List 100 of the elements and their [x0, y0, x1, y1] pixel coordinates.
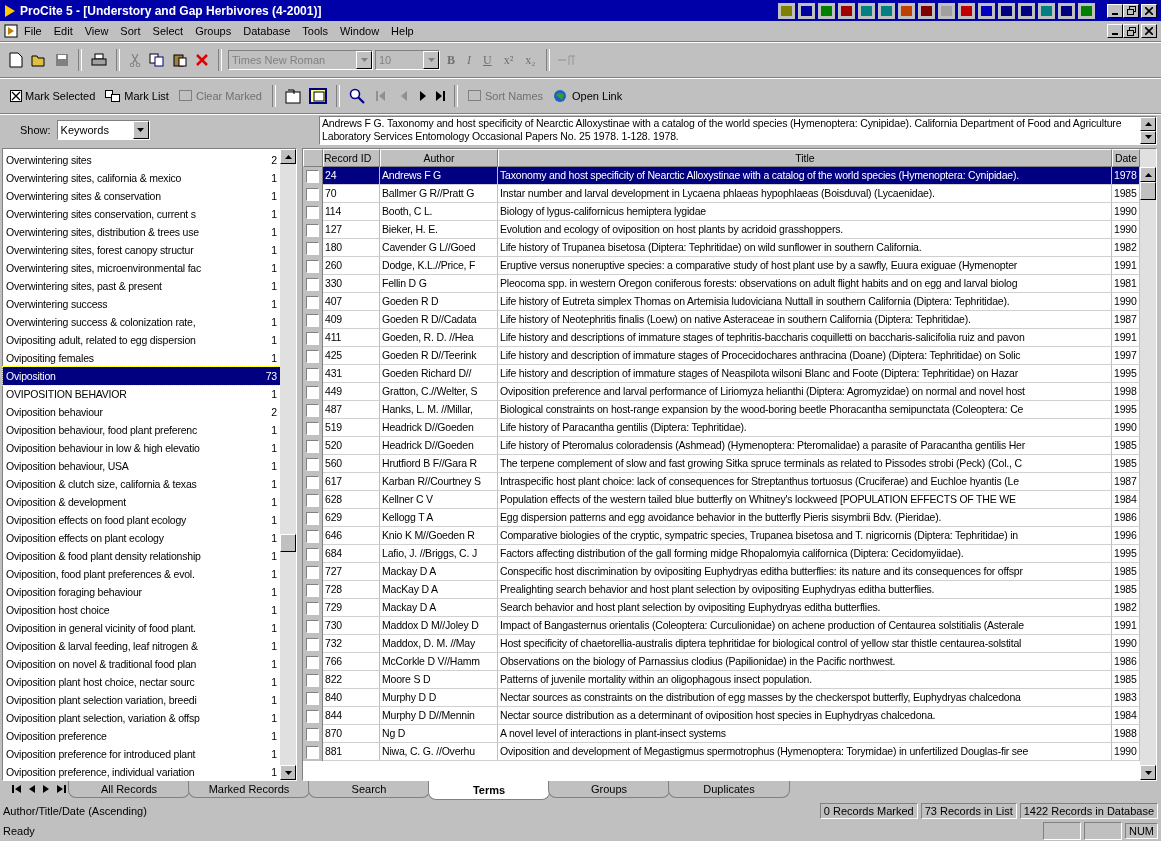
minimize-button[interactable]	[1107, 24, 1123, 38]
mark-checkbox[interactable]	[306, 727, 319, 741]
term-item[interactable]: Oviposition & development 1	[3, 493, 280, 511]
minimize-button[interactable]	[1107, 3, 1123, 18]
term-item[interactable]: Overwintering sites conservation, current s 1	[3, 205, 280, 223]
term-item[interactable]: Oviposition foraging behaviour 1	[3, 583, 280, 601]
table-row[interactable]: 822 Moore S D Patterns of juvenile mortality within an oligophagous insect population. 1985	[303, 671, 1140, 689]
mark-checkbox[interactable]	[306, 511, 319, 525]
mark-checkbox[interactable]	[306, 259, 319, 273]
table-row[interactable]: 617 Karban R//Courtney S Intraspecific host plant choice: lack of consequences for Streptanthus tortuosus (Cruciferae) and Euchloe hyantis (Le 1987	[303, 473, 1140, 491]
term-item[interactable]: Oviposition 73	[3, 367, 280, 385]
mark-checkbox[interactable]	[306, 709, 319, 723]
table-row[interactable]: 409 Goeden R D//Cadata Life history of Neotephritis finalis (Loew) on native Asteraceae in southern California (Diptera: Tephritidae). 1987	[303, 311, 1140, 329]
mark-checkbox[interactable]	[306, 241, 319, 255]
table-row[interactable]: 127 Bieker, H. E. Evolution and ecology of oviposition on host plants by acridoid grasshoppers. 1990	[303, 221, 1140, 239]
close-button[interactable]	[1141, 24, 1157, 38]
menu-item[interactable]: Tools	[296, 25, 334, 37]
scroll-thumb[interactable]	[280, 534, 296, 552]
column-header[interactable]: Author	[380, 149, 498, 167]
mark-checkbox[interactable]	[306, 439, 319, 453]
menu-item[interactable]: File	[18, 25, 48, 37]
table-row[interactable]: 449 Gratton, C.//Welter, S Oviposition preference and larval performance of Liriomyza helianthi (Diptera: Agromyzidae) on normal and novel host 1998	[303, 383, 1140, 401]
view-tab[interactable]: Terms	[428, 781, 550, 800]
mark-checkbox[interactable]	[306, 475, 319, 489]
scrollbar[interactable]	[1140, 149, 1156, 780]
mark-checkbox[interactable]	[306, 493, 319, 507]
toolbar-button[interactable]: Mark Selected	[6, 88, 100, 104]
table-row[interactable]: 260 Dodge, K.L.//Price, F Eruptive versus noneruptive species: a comparative study of host plant use by a sawfly, Euura exiguae (Hymenopter 1991	[303, 257, 1140, 275]
term-item[interactable]: Overwintering sites, forest canopy structur 1	[3, 241, 280, 259]
mark-checkbox[interactable]	[306, 637, 319, 651]
table-row[interactable]: 728 MacKay D A Prealighting search behavior and host plant selection by ovipositing Euphydryas editha butterflies. 1985	[303, 581, 1140, 599]
scroll-up-icon[interactable]	[1140, 117, 1156, 131]
term-item[interactable]: OVIPOSITION BEHAVIOR 1	[3, 385, 280, 403]
term-item[interactable]: Ovipositing adult, related to egg dispersion 1	[3, 331, 280, 349]
term-item[interactable]: Oviposition plant selection, variation & offsp 1	[3, 709, 280, 727]
menu-item[interactable]: Database	[237, 25, 297, 37]
mark-checkbox[interactable]	[306, 691, 319, 705]
restore-button[interactable]	[1123, 24, 1139, 38]
table-row[interactable]: 70 Ballmer G R//Pratt G Instar number and larval development in Lycaena phlaeas hypophlaeas (Boisduval) (Lycaenidae). 1985	[303, 185, 1140, 203]
mark-checkbox[interactable]	[306, 367, 319, 381]
mark-checkbox[interactable]	[306, 187, 319, 201]
table-row[interactable]: 24 Andrews F G Taxonomy and host specificity of Nearctic Alloxystinae with a catalog of the world species (Hymenoptera: Cynipidae). 1978	[303, 167, 1140, 185]
column-header[interactable]: Date	[1112, 149, 1140, 167]
table-row[interactable]: 629 Kellogg T A Egg dispersion patterns and egg avoidance behavior in the butterfly Pieris sisymbrii Bdv. (Pieridae). 1986	[303, 509, 1140, 527]
term-item[interactable]: Oviposition, food plant preferences & evol. 1	[3, 565, 280, 583]
term-item[interactable]: Ovipositing females 1	[3, 349, 280, 367]
term-item[interactable]: Overwintering success 1	[3, 295, 280, 313]
table-row[interactable]: 330 Fellin D G Pleocoma spp. in western Oregon coniferous forests: observations on adult flight habits and on egg and larval biolog 1981	[303, 275, 1140, 293]
menu-item[interactable]: Help	[385, 25, 420, 37]
column-header[interactable]: Title	[498, 149, 1112, 167]
term-item[interactable]: Oviposition plant host choice, nectar sourc 1	[3, 673, 280, 691]
mark-checkbox[interactable]	[306, 457, 319, 471]
term-item[interactable]: Overwintering sites, past & present 1	[3, 277, 280, 295]
table-row[interactable]: 180 Cavender G L//Goed Life history of Trupanea bisetosa (Diptera: Tephritidae) on wild sunflower in southern California. 1982	[303, 239, 1140, 257]
table-row[interactable]: 844 Murphy D D//Mennin Nectar source distribution as a determinant of oviposition host species in Euphydryas chalcedona. 1984	[303, 707, 1140, 725]
mark-checkbox[interactable]	[306, 655, 319, 669]
menu-item[interactable]: Sort	[114, 25, 147, 37]
table-row[interactable]: 732 Maddox, D. M. //May Host specificity of chaetorellia-australis diptera tephritidae for biological control of yellow star thistle centaurea-solstital 1990	[303, 635, 1140, 653]
table-row[interactable]: 870 Ng D A novel level of interactions in plant-insect systems 1988	[303, 725, 1140, 743]
mark-checkbox[interactable]	[306, 421, 319, 435]
term-item[interactable]: Overwintering sites, distribution & trees use 1	[3, 223, 280, 241]
table-row[interactable]: 730 Maddox D M//Joley D Impact of Bangasternus orientalis (Coleoptera: Curculionidae) on achene production of Centaurea solstitialis (Asterale 1991	[303, 617, 1140, 635]
table-row[interactable]: 729 Mackay D A Search behavior and host plant selection by ovipositing Euphydryas editha butterflies. 1982	[303, 599, 1140, 617]
table-row[interactable]: 684 Lafio, J. //Briggs, C. J Factors affecting distribution of the gall forming midge Rhopalomyia californica (Diptera: Cecidomyiidae). 1995	[303, 545, 1140, 563]
term-item[interactable]: Oviposition behaviour, USA 1	[3, 457, 280, 475]
mark-checkbox[interactable]	[306, 169, 319, 183]
show-dropdown[interactable]: Keywords	[56, 120, 150, 140]
restore-button[interactable]	[1123, 3, 1139, 18]
mark-checkbox[interactable]	[306, 547, 319, 561]
term-item[interactable]: Oviposition & food plant density relationship 1	[3, 547, 280, 565]
view-tab[interactable]: Marked Records	[188, 781, 310, 798]
table-row[interactable]: 727 Mackay D A Conspecific host discrimination by ovipositing Euphydryas editha butterflies: its nature and its consequences for offspr 1985	[303, 563, 1140, 581]
table-row[interactable]: 425 Goeden R D//Teerink Life history and description of immature stages of Procecidochares anthracina (Doane) (Diptera: Tephritidae) on Solic 1997	[303, 347, 1140, 365]
term-item[interactable]: Oviposition preference 1	[3, 727, 280, 745]
scroll-down-icon[interactable]	[280, 765, 296, 780]
scrollbar[interactable]	[280, 149, 296, 780]
mark-checkbox[interactable]	[306, 583, 319, 597]
table-row[interactable]: 628 Kellner C V Population effects of the western tailed blue butterfly on Whitney's lockweed [POPULATION EFFECTS OF THE WE 1984	[303, 491, 1140, 509]
table-row[interactable]: 411 Goeden, R. D. //Hea Life history and descriptions of immature stages of tephritis-baccharis coquilletti on baccharis-salicifolia ruiz and pavon 1991	[303, 329, 1140, 347]
term-item[interactable]: Oviposition preference, individual variation 1	[3, 763, 280, 781]
mark-checkbox[interactable]	[306, 673, 319, 687]
term-item[interactable]: Oviposition plant selection variation, breedi 1	[3, 691, 280, 709]
mark-checkbox[interactable]	[306, 349, 319, 363]
term-item[interactable]: Oviposition preference for introduced plant 1	[3, 745, 280, 763]
table-row[interactable]: 407 Goeden R D Life history of Eutreta simplex Thomas on Artemisia ludoviciana Nuttall in southern California (Diptera: Tephritidae). 1990	[303, 293, 1140, 311]
scroll-up-icon[interactable]	[1140, 167, 1156, 182]
table-row[interactable]: 487 Hanks, L. M. //Millar, Biological constraints on host-range expansion by the wood-boring beetle Phoracantha semipunctata (Coleoptera: Ce 1995	[303, 401, 1140, 419]
table-row[interactable]: 520 Headrick D//Goeden Life history of Pteromalus coloradensis (Ashmead) (Hymenoptera: Pteromalidae) a parasite of Paracantha gentilis Her 1985	[303, 437, 1140, 455]
term-item[interactable]: Oviposition & clutch size, california & texas 1	[3, 475, 280, 493]
view-tab[interactable]: Duplicates	[668, 781, 790, 798]
table-row[interactable]: 114 Booth, C L. Biology of lygus-californicus hemiptera lygidae 1990	[303, 203, 1140, 221]
table-row[interactable]: 560 Hrutfiord B F//Gara R The terpene complement of slow and fast growing Sitka spruce terminals as related to Pissodes strobi (Peck) (Col., C 1985	[303, 455, 1140, 473]
menu-item[interactable]: Edit	[47, 25, 79, 37]
term-item[interactable]: Overwintering sites 2	[3, 151, 280, 169]
table-row[interactable]: 766 McCorkle D V//Hamm Observations on the biology of Parnassius clodius (Papilionidae) in the Pacific northwest. 1986	[303, 653, 1140, 671]
menu-item[interactable]: Groups	[189, 25, 238, 37]
term-item[interactable]: Oviposition on novel & traditional food plan 1	[3, 655, 280, 673]
view-tab[interactable]: All Records	[68, 781, 190, 798]
toolbar-button[interactable]: Open Link	[549, 87, 627, 105]
scroll-thumb[interactable]	[1140, 182, 1156, 200]
